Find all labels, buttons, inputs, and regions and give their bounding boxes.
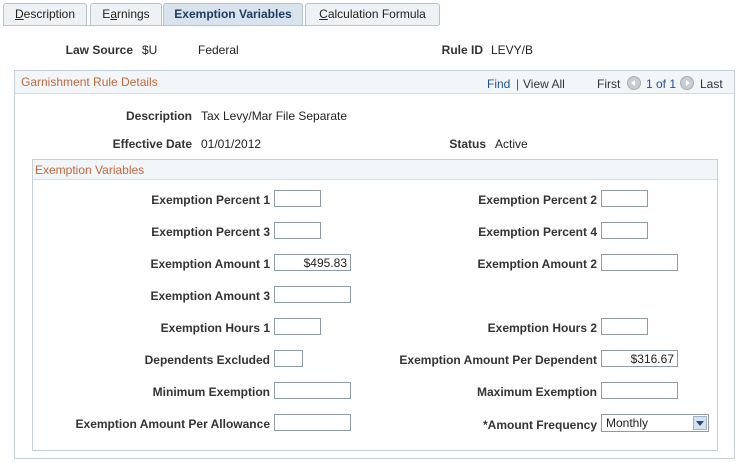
exemption-amount-3-label: Exemption Amount 3 <box>150 289 270 303</box>
law-source-label: Law Source <box>65 43 133 57</box>
exemption-hours-1-label: Exemption Hours 1 <box>160 321 270 335</box>
exemption-amount-1-label: Exemption Amount 1 <box>150 257 270 271</box>
tab-earnings[interactable]: Earnings <box>90 3 162 25</box>
tab-divider <box>3 25 439 26</box>
view-all-link[interactable]: View All <box>523 77 565 91</box>
exemption-hours-2-label: Exemption Hours 2 <box>487 321 597 335</box>
minimum-exemption-input[interactable] <box>274 382 351 399</box>
exemption-amount-2-label: Exemption Amount 2 <box>477 257 597 271</box>
exemption-amount-per-allowance-label: Exemption Amount Per Allowance <box>75 417 270 431</box>
previous-arrow-icon[interactable] <box>627 76 641 90</box>
description-label: Description <box>125 109 192 123</box>
maximum-exemption-input[interactable] <box>601 382 678 399</box>
chevron-down-icon[interactable] <box>693 416 707 430</box>
effective-date-value: 01/01/2012 <box>201 137 262 151</box>
amount-frequency-value: Monthly <box>606 416 649 430</box>
exemption-percent-2-label: Exemption Percent 2 <box>478 193 597 207</box>
status-label: Status <box>449 137 486 151</box>
exemption-amount-per-allowance-input[interactable] <box>274 414 351 431</box>
law-source-value: Federal <box>198 43 239 57</box>
next-arrow-icon[interactable] <box>680 76 694 90</box>
effective-date-label: Effective Date <box>112 137 192 151</box>
law-source-code: $U <box>142 43 158 57</box>
exemption-amount-per-dependent-input[interactable] <box>601 350 678 367</box>
header-separator: | <box>516 77 520 91</box>
exemption-percent-1-input[interactable] <box>274 190 321 207</box>
maximum-exemption-label: Maximum Exemption <box>476 385 597 399</box>
exemption-percent-3-label: Exemption Percent 3 <box>151 225 270 239</box>
exemption-amount-1-input[interactable] <box>274 254 351 271</box>
tab-exemption-variables[interactable]: Exemption Variables <box>163 3 303 26</box>
tab-description[interactable]: Description <box>3 3 87 25</box>
dependents-excluded-input[interactable] <box>274 350 303 367</box>
first-label: First <box>597 77 621 91</box>
details-title: Garnishment Rule Details <box>21 75 158 89</box>
exemption-amount-per-dependent-label: Exemption Amount Per Dependent <box>399 353 597 367</box>
find-link[interactable]: Find <box>487 77 510 91</box>
exemption-hours-2-input[interactable] <box>601 318 648 335</box>
exemption-hours-1-input[interactable] <box>274 318 321 335</box>
exemption-percent-3-input[interactable] <box>274 222 321 239</box>
status-value: Active <box>495 137 528 151</box>
rule-id-label: Rule ID <box>441 43 483 57</box>
exemption-percent-4-label: Exemption Percent 4 <box>478 225 597 239</box>
tab-calculation-formula[interactable]: Calculation Formula <box>305 3 440 25</box>
last-label: Last <box>700 77 723 91</box>
row-count: 1 of 1 <box>646 77 677 91</box>
amount-frequency-label: *Amount Frequency <box>482 418 597 432</box>
minimum-exemption-label: Minimum Exemption <box>152 385 270 399</box>
exemption-amount-2-input[interactable] <box>601 254 678 271</box>
exemption-percent-2-input[interactable] <box>601 190 648 207</box>
description-value: Tax Levy/Mar File Separate <box>201 109 348 123</box>
exemption-percent-1-label: Exemption Percent 1 <box>151 193 270 207</box>
rule-id-value: LEVY/B <box>491 43 534 57</box>
dependents-excluded-label: Dependents Excluded <box>144 353 270 367</box>
exemption-title: Exemption Variables <box>35 163 145 177</box>
exemption-percent-4-input[interactable] <box>601 222 648 239</box>
amount-frequency-select[interactable]: Monthly <box>601 414 709 432</box>
exemption-amount-3-input[interactable] <box>274 286 351 303</box>
